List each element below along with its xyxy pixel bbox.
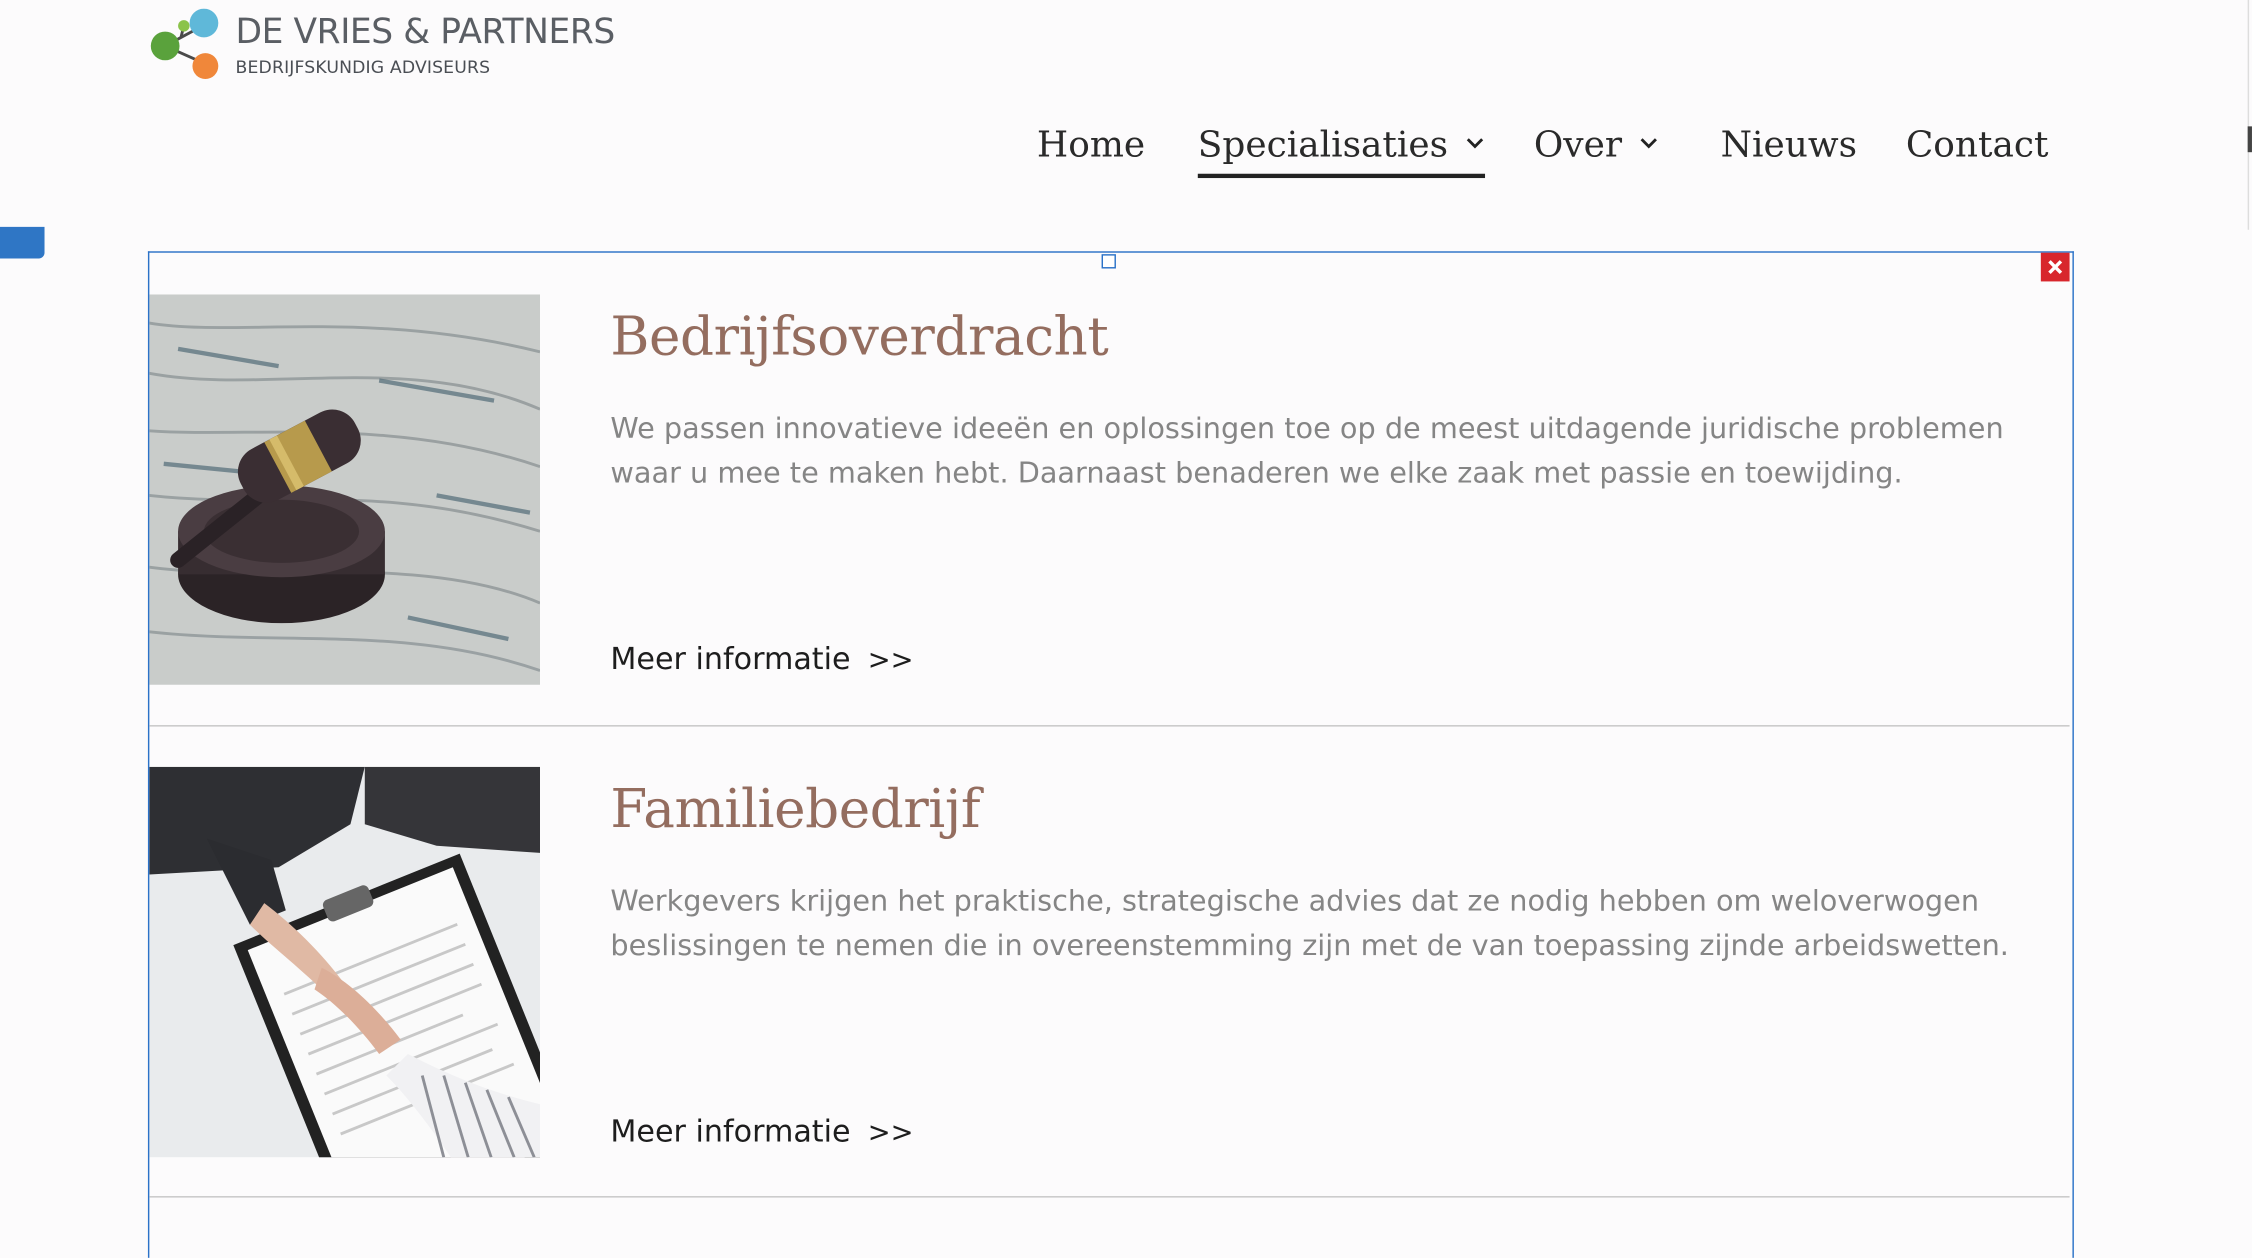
card-title: Bedrijfsoverdracht (610, 305, 1109, 368)
gavel-on-wood-image (149, 294, 541, 685)
card-divider (149, 725, 2070, 727)
nav-item-label: Over (1533, 122, 1623, 165)
scroll-track (2247, 0, 2250, 230)
nav-item-over[interactable]: Over (1534, 115, 1659, 172)
nav-item-home[interactable]: Home (1037, 115, 1145, 172)
more-info-link[interactable]: Meer informatie >> (610, 642, 913, 676)
side-tab-button[interactable] (0, 226, 45, 259)
brand-title: DE VRIES & PARTNERS (235, 11, 616, 52)
double-arrow-icon: >> (867, 1117, 914, 1149)
chevron-down-icon (1641, 138, 1658, 149)
close-button[interactable] (2040, 252, 2070, 282)
specialisation-card: Bedrijfsoverdracht We passen innovatieve… (149, 294, 2069, 685)
more-info-label: Meer informatie (610, 1114, 851, 1149)
nav-item-specialisaties[interactable]: Specialisaties (1197, 115, 1486, 179)
specialisation-card: Familiebedrijf Werkgevers krijgen het pr… (149, 766, 2069, 1158)
scroll-marker[interactable] (2247, 126, 2252, 153)
chevron-down-icon (1467, 138, 1484, 149)
nav-item-contact[interactable]: Contact (1906, 115, 2049, 172)
nav-item-label: Nieuws (1720, 122, 1858, 165)
handshake-contract-image (149, 766, 541, 1158)
logo-mark-icon (150, 8, 219, 79)
double-arrow-icon: >> (867, 644, 914, 677)
close-icon (2048, 260, 2063, 275)
more-info-link[interactable]: Meer informatie >> (610, 1114, 913, 1148)
card-description: Werkgevers krijgen het praktische, strat… (610, 883, 2009, 962)
brand-subtitle: BEDRIJFSKUNDIG ADVISEURS (235, 57, 491, 78)
nav-item-label: Home (1036, 122, 1146, 165)
card-description: We passen innovatieve ideeën en oplossin… (610, 410, 2004, 489)
main-nav: Home Specialisaties Over Nieuws Contact (0, 115, 2048, 179)
nav-item-nieuws[interactable]: Nieuws (1721, 115, 1857, 172)
nav-item-label: Specialisaties (1197, 122, 1449, 165)
card-title: Familiebedrijf (610, 778, 981, 841)
resize-handle[interactable] (1101, 254, 1116, 269)
nav-item-label: Contact (1905, 122, 2049, 165)
card-divider (149, 1196, 2070, 1198)
more-info-label: Meer informatie (610, 641, 851, 677)
